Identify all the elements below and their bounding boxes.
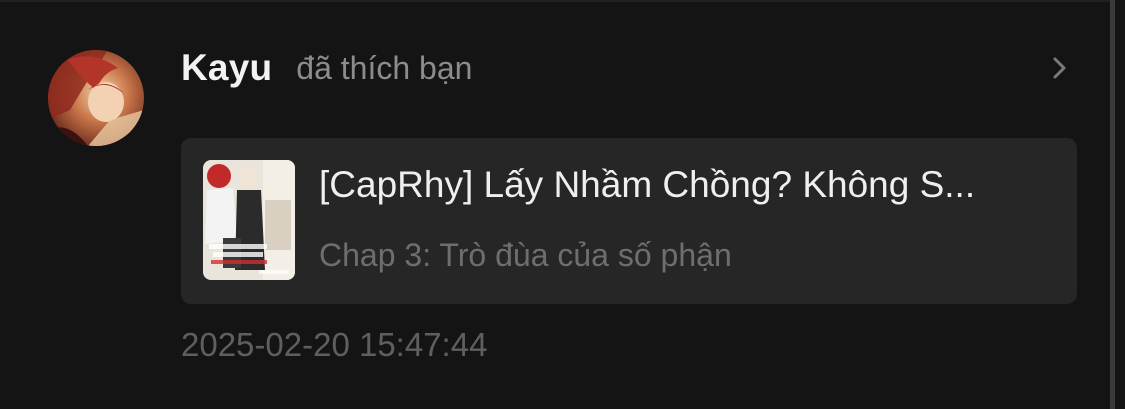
chevron-right-icon[interactable]	[1046, 54, 1074, 82]
comic-cover-image	[203, 160, 295, 280]
comic-title: [CapRhy] Lấy Nhầm Chồng? Không S...	[319, 164, 976, 205]
timestamp: 2025-02-20 15:47:44	[181, 326, 488, 363]
top-divider	[0, 0, 1110, 2]
scrollbar[interactable]	[1110, 0, 1115, 409]
avatar-image	[48, 50, 144, 146]
comic-card[interactable]: [CapRhy] Lấy Nhầm Chồng? Không S... Chap…	[181, 138, 1077, 304]
user-name[interactable]: Kayu	[181, 47, 272, 89]
action-text: đã thích bạn	[296, 49, 473, 86]
chapter-subtitle: Chap 3: Trò đùa của số phận	[319, 237, 732, 273]
notification-screen: Kayu đã thích bạn [CapRhy] Lấy Nhầm Chồn…	[0, 0, 1125, 409]
notification-header: Kayu đã thích bạn	[181, 40, 472, 96]
user-avatar[interactable]	[48, 50, 144, 146]
comic-thumbnail	[203, 160, 295, 280]
